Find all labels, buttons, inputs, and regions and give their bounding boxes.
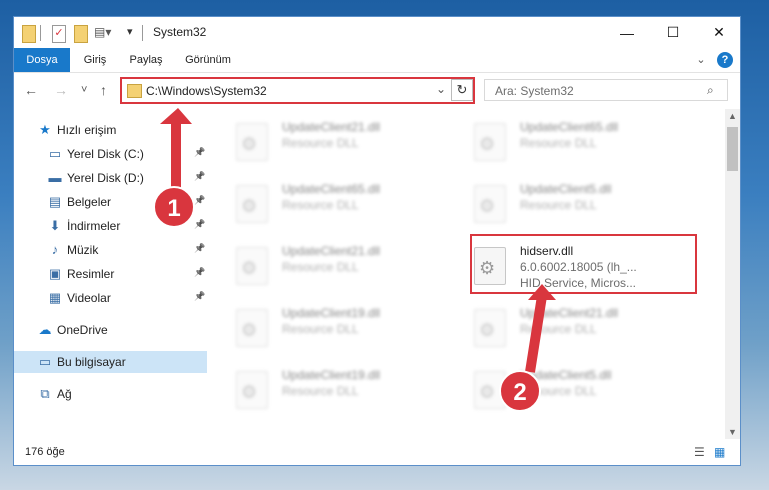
step-marker-1: 1: [153, 186, 195, 228]
annotation-layer: [160, 108, 556, 373]
step-marker-2: 2: [499, 370, 541, 412]
arrow-2-shaft: [525, 295, 547, 373]
